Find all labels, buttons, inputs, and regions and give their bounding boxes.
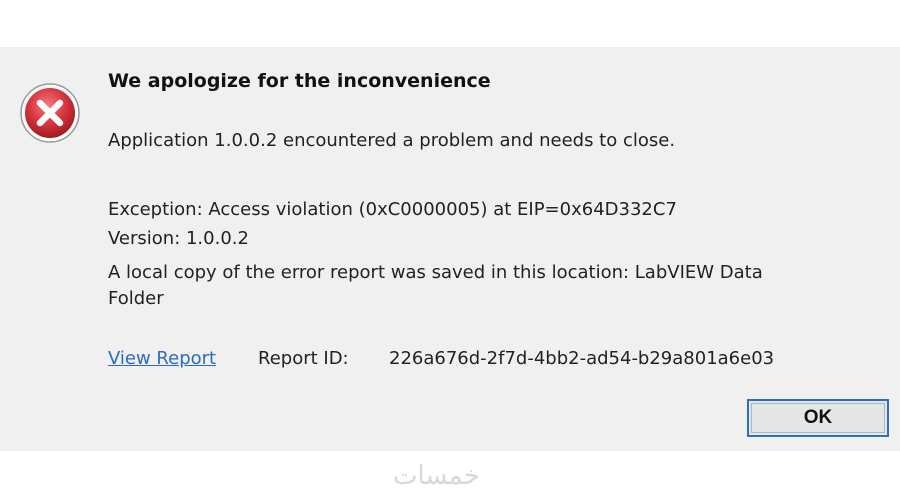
watermark-logo: خمسات [393,461,480,491]
saved-location-message: A local copy of the error report was sav… [108,262,763,309]
problem-message: Application 1.0.0.2 encountered a proble… [108,130,676,151]
report-id-value: 226a676d-2f7d-4bb2-ad54-b29a801a6e03 [389,348,775,369]
version-message: Version: 1.0.0.2 [108,228,249,249]
report-id-label: Report ID: [258,348,349,369]
exception-message: Exception: Access violation (0xC0000005)… [108,199,677,220]
ok-button[interactable]: OK [747,399,889,437]
page: We apologize for the inconvenience Appli… [0,0,900,500]
view-report-link[interactable]: View Report [108,348,216,369]
dialog-title: We apologize for the inconvenience [108,70,491,92]
error-icon [20,83,80,143]
